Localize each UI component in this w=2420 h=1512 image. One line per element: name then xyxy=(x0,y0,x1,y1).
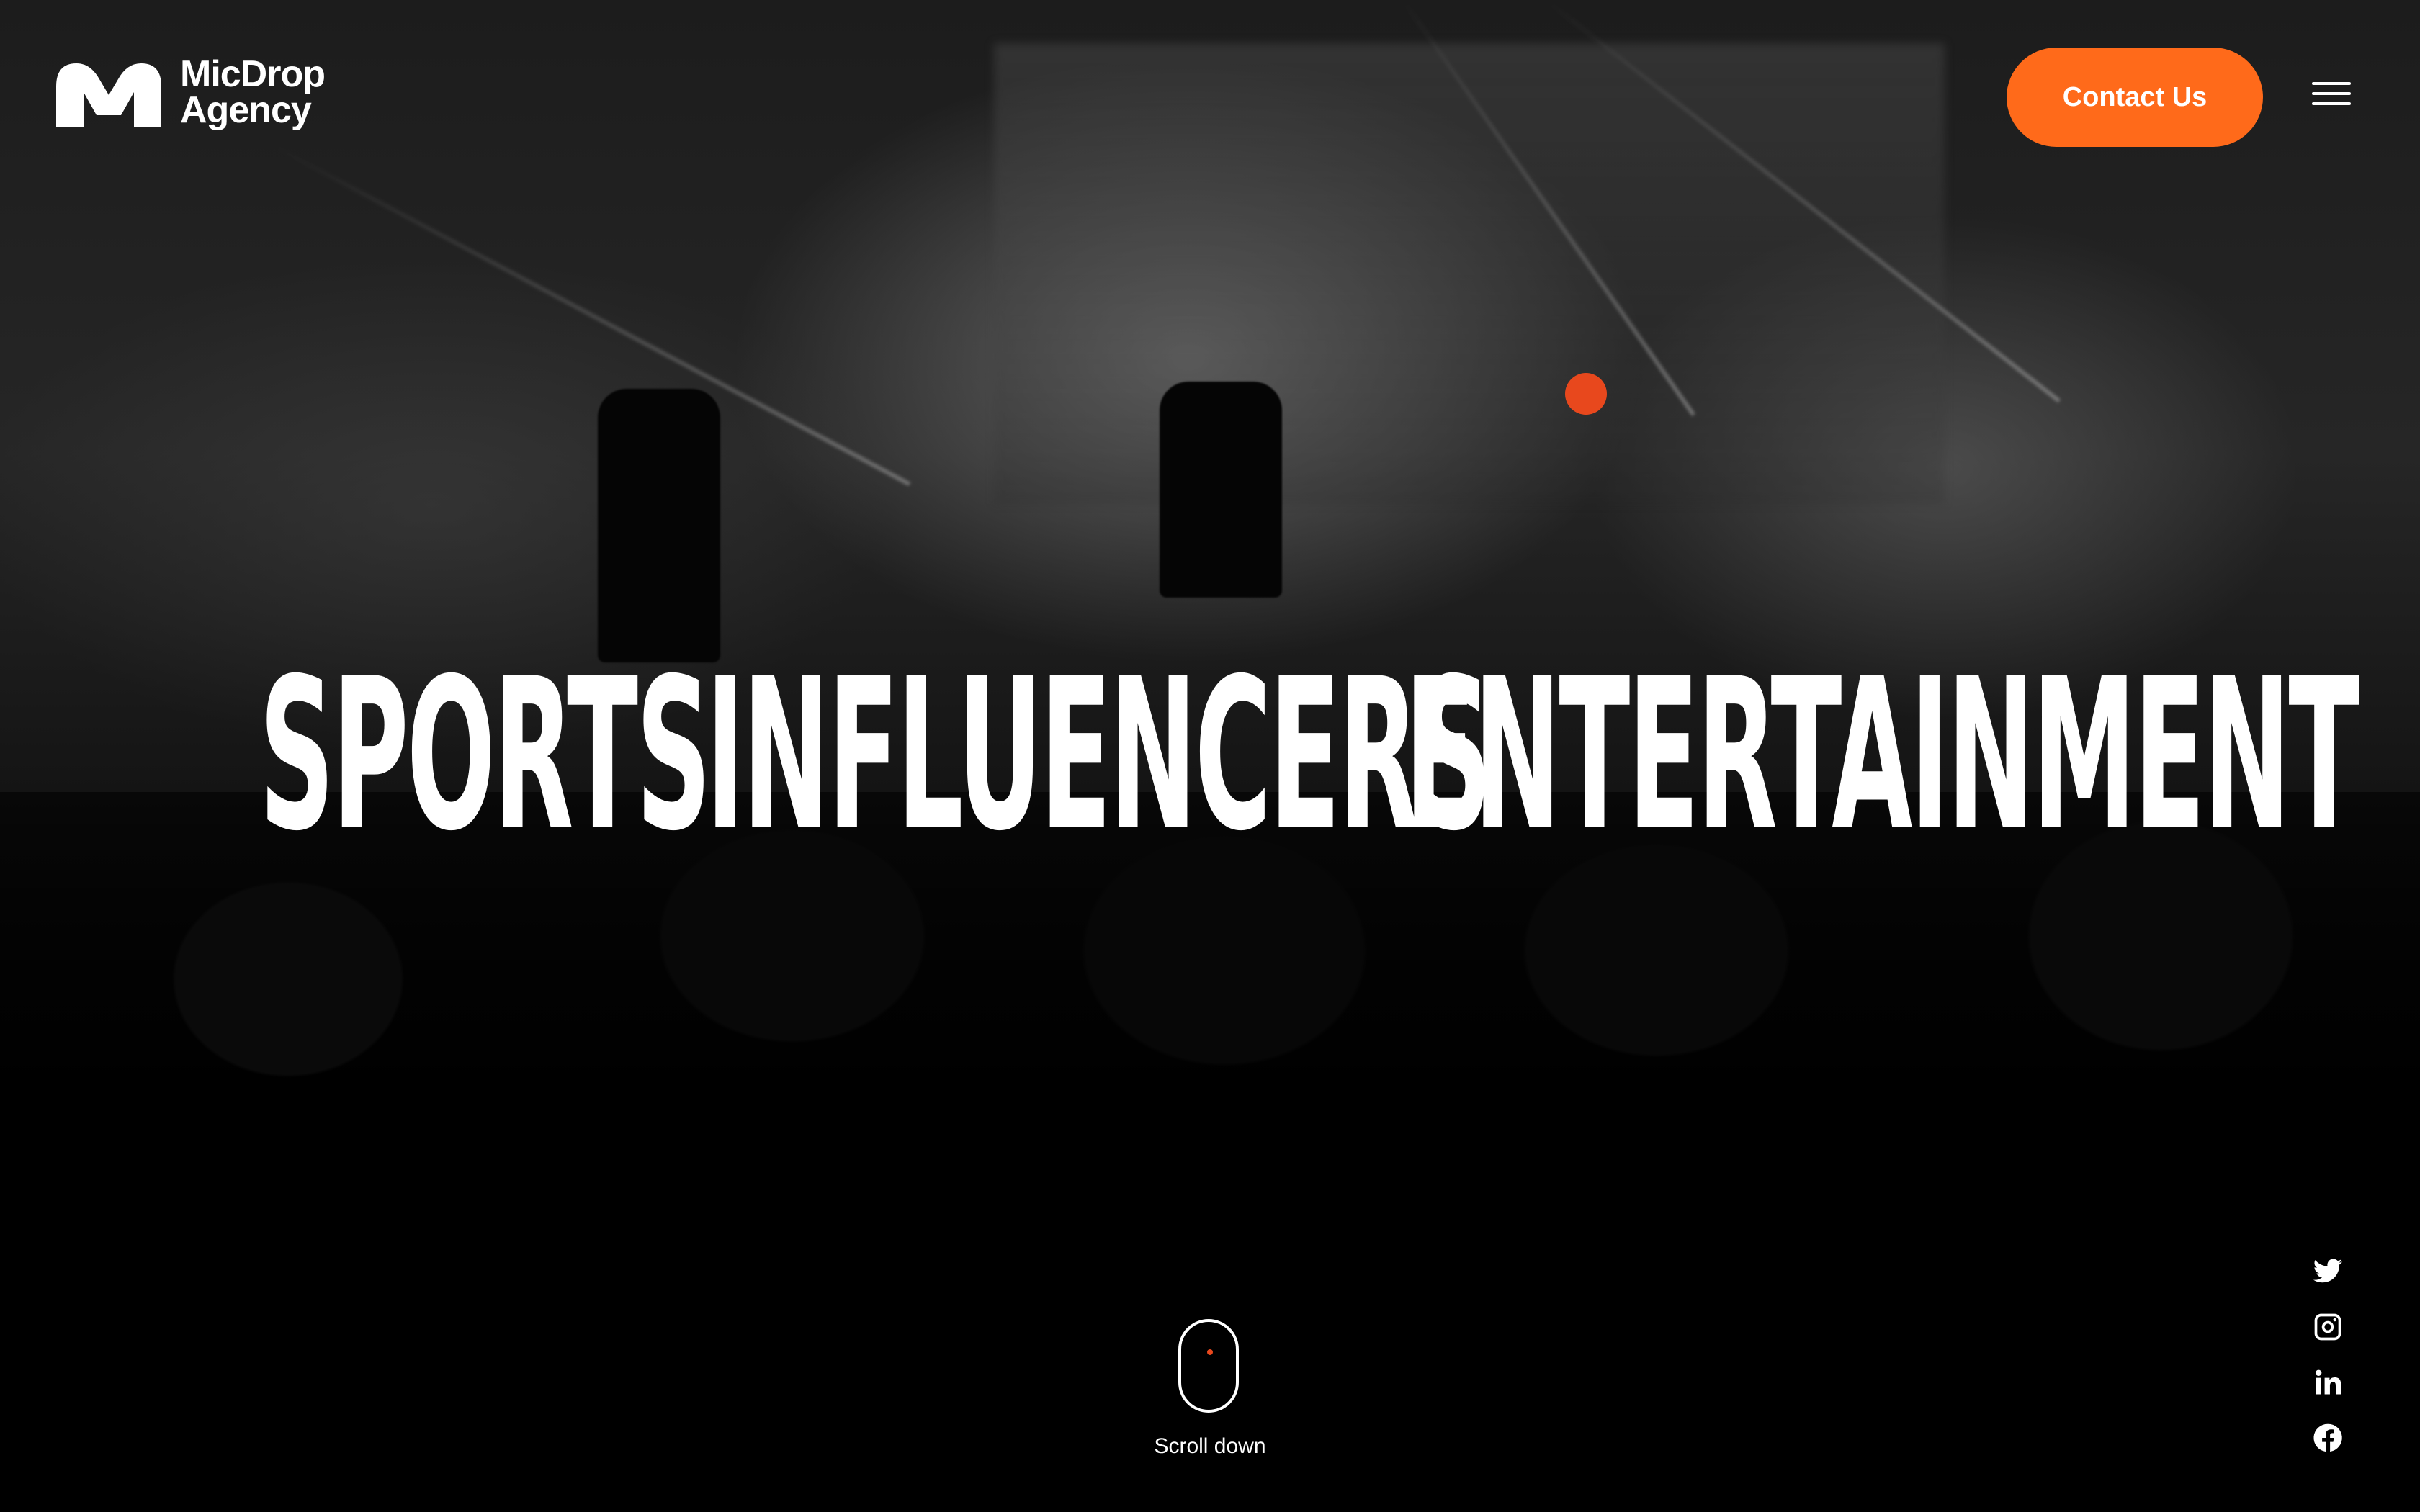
headline-word-wrap: INFLUENCERS xyxy=(706,652,1492,860)
instagram-icon[interactable] xyxy=(2312,1311,2344,1343)
headline-word-wrap: ENTERTAINMENT xyxy=(1404,652,2360,860)
hamburger-menu-icon[interactable] xyxy=(2312,82,2351,111)
brand-name: MicDrop Agency xyxy=(180,53,326,131)
headline-word-entertainment: ENTERTAINMENT xyxy=(1404,634,2360,877)
headline-word-sports: SPORTS xyxy=(259,634,711,877)
brand-name-line2: Agency xyxy=(180,89,312,131)
performer-silhouette xyxy=(1160,382,1282,598)
brand-name-line1: MicDrop xyxy=(180,53,326,95)
m-logo-icon xyxy=(56,63,161,127)
contact-us-button[interactable]: Contact Us xyxy=(2007,48,2263,147)
headline-word-influencers: INFLUENCERS xyxy=(706,634,1492,877)
twitter-icon[interactable] xyxy=(2312,1256,2344,1287)
headline-word-wrap: SPORTS xyxy=(259,652,711,860)
linkedin-icon[interactable] xyxy=(2312,1367,2344,1398)
accent-dot xyxy=(1565,373,1607,415)
hero-section: MicDrop Agency Contact Us SPORTS INFLUEN… xyxy=(0,0,2420,1512)
scroll-mouse-icon[interactable] xyxy=(1178,1319,1239,1413)
facebook-icon[interactable] xyxy=(2312,1422,2344,1454)
performer-silhouette xyxy=(598,389,720,662)
scroll-down-label: Scroll down xyxy=(1154,1434,1266,1458)
social-links xyxy=(2312,1256,2344,1477)
hero-headline: SPORTS INFLUENCERS ENTERTAINMENT xyxy=(259,648,2360,864)
scroll-dot xyxy=(1207,1349,1213,1355)
brand-logo[interactable]: MicDrop Agency xyxy=(56,53,326,131)
light-beam xyxy=(272,144,911,487)
stage-screen-background xyxy=(994,43,1945,504)
